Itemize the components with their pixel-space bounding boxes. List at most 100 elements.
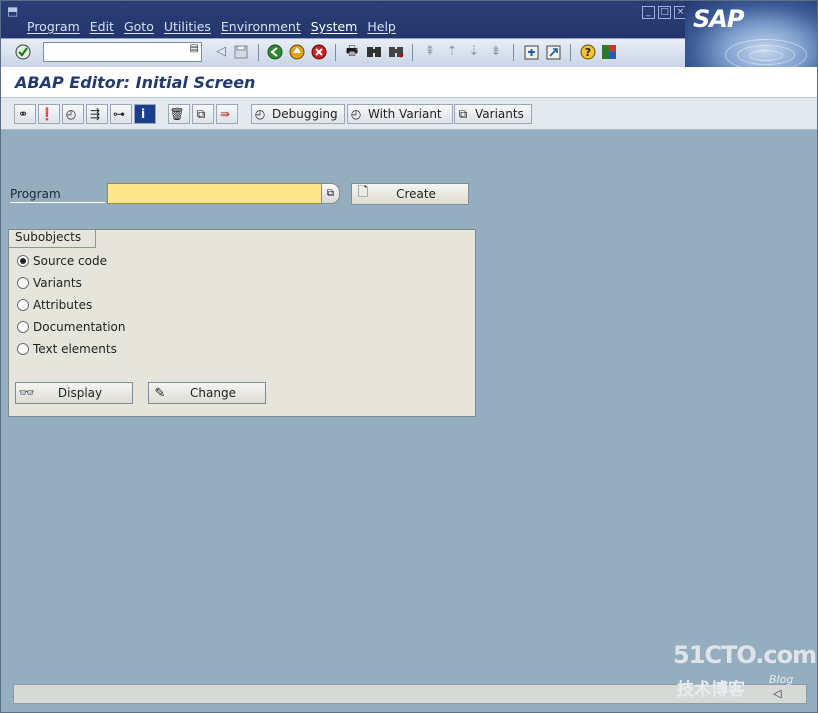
- previous-page-icon[interactable]: ⇡: [443, 43, 461, 61]
- delete-icon: 🗑: [169, 107, 185, 121]
- menu-edit[interactable]: Edit: [86, 19, 120, 34]
- application-toolbar: ⚭ ❗ ◴ ⇶ ⊶ i 🗑 ⧉ ⇛ ◴ Debugging ◴ With Varia…: [1, 98, 817, 130]
- variants-button[interactable]: ⧉ Variants: [454, 104, 532, 124]
- object-list-icon: ⊶: [113, 107, 125, 121]
- system-menu-icon[interactable]: ⬒: [7, 5, 21, 17]
- shortcut-icon[interactable]: [544, 43, 562, 61]
- debugging-icon: ◴: [254, 107, 266, 121]
- watermark-site: 51CTO.com: [673, 641, 817, 669]
- create-label: Create: [396, 187, 436, 201]
- other-object-icon: ⚭: [17, 107, 29, 121]
- cancel-icon[interactable]: [310, 43, 328, 61]
- enter-icon[interactable]: [14, 43, 32, 61]
- sap-logo-text: SAP: [693, 5, 744, 33]
- copy-button[interactable]: ⧉: [192, 104, 214, 124]
- radio-label: Documentation: [33, 320, 126, 334]
- title-bar: ABAP Editor: Initial Screen: [1, 67, 817, 98]
- find-next-icon[interactable]: [387, 43, 405, 61]
- info-icon: i: [140, 107, 146, 121]
- radio-selected-icon: [17, 255, 29, 267]
- debugging-label: Debugging: [272, 107, 338, 121]
- last-page-icon[interactable]: ⇟: [487, 43, 505, 61]
- menu-help[interactable]: Help: [363, 19, 402, 34]
- change-button[interactable]: ✎ Change: [148, 382, 266, 404]
- radio-documentation[interactable]: Documentation: [17, 320, 126, 334]
- radio-text-elements[interactable]: Text elements: [17, 342, 117, 356]
- program-label: Program: [10, 187, 105, 203]
- display-button[interactable]: 👓 Display: [15, 382, 133, 404]
- radio-label: Variants: [33, 276, 82, 290]
- command-history-icon[interactable]: ▤: [190, 43, 199, 54]
- radio-unselected-icon: [17, 321, 29, 333]
- exit-icon[interactable]: [288, 43, 306, 61]
- standard-toolbar: ▤ ◁ 🖶 ⇞ ⇡ ⇣ ⇟ ?: [1, 38, 685, 68]
- pencil-icon: ✎: [154, 385, 166, 401]
- status-toggle-icon[interactable]: ◁: [773, 687, 781, 700]
- find-icon[interactable]: [365, 43, 383, 61]
- program-field[interactable]: [107, 183, 323, 204]
- radio-source-code[interactable]: Source code: [17, 254, 107, 268]
- variants-label: Variants: [475, 107, 524, 121]
- radio-variants[interactable]: Variants: [17, 276, 82, 290]
- with-variant-icon: ◴: [350, 107, 362, 121]
- activate-icon: ◴: [65, 107, 77, 121]
- first-page-icon[interactable]: ⇞: [421, 43, 439, 61]
- copy-icon: ⧉: [196, 106, 206, 121]
- menu-program[interactable]: Program: [23, 19, 86, 34]
- rename-icon: ⇛: [219, 107, 231, 121]
- variants-icon: ⧉: [458, 106, 468, 121]
- create-button[interactable]: 🗋 Create: [351, 183, 469, 205]
- maximize-icon[interactable]: □: [658, 6, 671, 19]
- layout-icon[interactable]: [600, 43, 618, 61]
- back-arrow-icon[interactable]: ◁: [212, 43, 230, 61]
- with-variant-label: With Variant: [368, 107, 442, 121]
- object-list-button[interactable]: ⊶: [110, 104, 132, 124]
- menu-list: Program Edit Goto Utilities Environment …: [23, 19, 402, 34]
- sap-window: ⬒ Program Edit Goto Utilities Environmen…: [0, 0, 818, 713]
- watermark-blog: Blog: [769, 673, 794, 686]
- radio-label: Text elements: [33, 342, 117, 356]
- subobjects-title: Subobjects: [9, 230, 97, 248]
- save-icon[interactable]: [232, 43, 250, 61]
- glasses-icon: 👓: [18, 385, 36, 401]
- info-button[interactable]: i: [134, 104, 156, 124]
- next-page-icon[interactable]: ⇣: [465, 43, 483, 61]
- display-label: Display: [57, 386, 103, 400]
- menu-system[interactable]: System: [307, 19, 364, 34]
- help-icon[interactable]: ?: [579, 43, 597, 61]
- radio-unselected-icon: [17, 277, 29, 289]
- value-help-icon[interactable]: ⧉: [321, 183, 340, 204]
- watermark-tagline: 技术博客: [677, 680, 745, 700]
- sap-logo: SAP: [685, 1, 817, 67]
- menu-goto[interactable]: Goto: [120, 19, 160, 34]
- radio-unselected-icon: [17, 299, 29, 311]
- debugging-button[interactable]: ◴ Debugging: [251, 104, 345, 124]
- create-session-icon[interactable]: [522, 43, 540, 61]
- check-icon: ❗: [39, 107, 55, 121]
- radio-label: Source code: [33, 254, 107, 268]
- program-input[interactable]: [108, 184, 322, 201]
- other-object-button[interactable]: ⚭: [14, 104, 36, 124]
- new-document-icon: 🗋: [357, 185, 369, 200]
- activate-button[interactable]: ◴: [62, 104, 84, 124]
- with-variant-button[interactable]: ◴ With Variant: [347, 104, 453, 124]
- rename-button[interactable]: ⇛: [216, 104, 238, 124]
- subobjects-group: Subobjects Source code Variants Attribut…: [8, 229, 476, 417]
- print-icon[interactable]: 🖶: [343, 43, 361, 61]
- command-input[interactable]: [44, 43, 186, 59]
- delete-button[interactable]: 🗑: [168, 104, 190, 124]
- where-used-icon: ⇶: [89, 107, 101, 121]
- page-title: ABAP Editor: Initial Screen: [15, 73, 256, 92]
- radio-label: Attributes: [33, 298, 93, 312]
- back-icon[interactable]: [266, 43, 284, 61]
- svg-text:?: ?: [585, 46, 591, 59]
- window-controls: _ □ ×: [642, 6, 687, 19]
- minimize-icon[interactable]: _: [642, 6, 655, 19]
- radio-attributes[interactable]: Attributes: [17, 298, 92, 312]
- check-button[interactable]: ❗: [38, 104, 60, 124]
- where-used-button[interactable]: ⇶: [86, 104, 108, 124]
- command-field[interactable]: ▤: [43, 42, 202, 62]
- menu-utilities[interactable]: Utilities: [160, 19, 217, 34]
- menu-environment[interactable]: Environment: [217, 19, 307, 34]
- change-label: Change: [190, 386, 236, 400]
